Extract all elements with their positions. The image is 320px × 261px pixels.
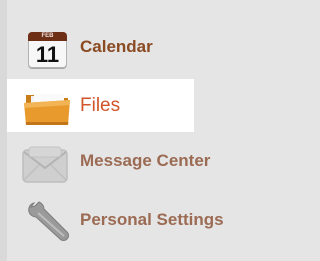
sidebar-nav: FEB 11 Calendar Files Message Center Per…	[0, 0, 296, 261]
sidebar-item-personal-settings[interactable]: Personal Settings	[12, 195, 224, 245]
calendar-icon-month: FEB	[41, 33, 54, 39]
wrench-icon	[12, 195, 72, 245]
calendar-icon: FEB 11	[12, 22, 72, 72]
sidebar-item-calendar[interactable]: FEB 11 Calendar	[12, 22, 153, 72]
sidebar-item-label: Message Center	[80, 151, 211, 170]
sidebar-item-files[interactable]: Files	[7, 79, 194, 132]
folder-icon	[12, 81, 72, 131]
envelope-icon	[12, 136, 72, 186]
sidebar-item-label: Files	[80, 94, 121, 116]
calendar-icon-day: 11	[35, 42, 60, 67]
sidebar-left-border	[0, 0, 7, 261]
sidebar-item-message-center[interactable]: Message Center	[12, 136, 210, 186]
sidebar-item-label: Calendar	[80, 37, 153, 56]
sidebar-item-label: Personal Settings	[80, 210, 224, 229]
